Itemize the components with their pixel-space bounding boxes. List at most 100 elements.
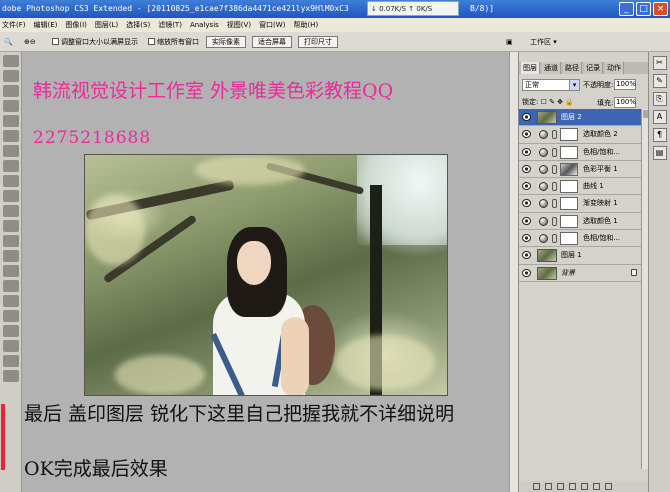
- layer-row[interactable]: 图层 2: [519, 109, 649, 127]
- menu-file[interactable]: 文件(F): [2, 18, 26, 32]
- move-tool-icon[interactable]: [2, 55, 19, 67]
- print-size-button[interactable]: 打印尺寸: [298, 36, 338, 48]
- tab-paths[interactable]: 路径: [563, 62, 582, 74]
- zoom-all-option[interactable]: 缩放所有窗口: [148, 37, 199, 47]
- opacity-field[interactable]: 100%: [614, 79, 636, 90]
- zoom-all-checkbox[interactable]: [148, 38, 155, 45]
- healing-tool-icon[interactable]: [2, 145, 19, 157]
- eraser-tool-icon[interactable]: [2, 205, 19, 217]
- menu-window[interactable]: 窗口(W): [259, 18, 285, 32]
- resize-window-checkbox[interactable]: [52, 38, 59, 45]
- photo-image: [84, 154, 448, 396]
- layer-style-icon[interactable]: [545, 483, 552, 490]
- fill-label: 填充:: [597, 99, 614, 107]
- stamp-tool-icon[interactable]: [2, 175, 19, 187]
- blur-tool-icon[interactable]: [2, 235, 19, 247]
- character-icon[interactable]: A: [652, 110, 667, 124]
- eyedropper-tool-icon[interactable]: [2, 340, 19, 352]
- menu-filter[interactable]: 滤镜(T): [158, 18, 182, 32]
- magic-wand-tool-icon[interactable]: [2, 100, 19, 112]
- path-select-tool-icon[interactable]: [2, 295, 19, 307]
- tab-actions[interactable]: 动作: [605, 62, 624, 74]
- eye-icon[interactable]: [522, 199, 531, 208]
- layer-row[interactable]: 色相/饱和...: [519, 143, 649, 161]
- tab-channels[interactable]: 通道: [542, 62, 561, 74]
- close-button[interactable]: ×: [653, 2, 668, 16]
- eye-icon[interactable]: [522, 234, 531, 243]
- maximize-button[interactable]: □: [636, 2, 651, 16]
- paragraph-icon[interactable]: ¶: [652, 128, 667, 142]
- trash-icon[interactable]: [605, 483, 612, 490]
- dodge-tool-icon[interactable]: [2, 250, 19, 262]
- eye-icon[interactable]: [522, 113, 531, 121]
- history-brush-tool-icon[interactable]: [2, 190, 19, 202]
- brush-tool-icon[interactable]: [2, 160, 19, 172]
- layer-row[interactable]: 背景: [519, 264, 649, 282]
- new-layer-icon[interactable]: [593, 483, 600, 490]
- tab-layers[interactable]: 图层: [521, 62, 540, 74]
- resize-window-option[interactable]: 调整窗口大小以满屏显示: [52, 37, 138, 47]
- color-swatch-indicator[interactable]: [1, 404, 5, 470]
- workspace-icon[interactable]: ▣: [506, 37, 513, 47]
- link-icon[interactable]: [552, 182, 557, 192]
- crop-tool-icon[interactable]: [2, 115, 19, 127]
- layer-row[interactable]: 色彩平衡 1: [519, 160, 649, 179]
- link-layers-icon[interactable]: [533, 483, 540, 490]
- link-icon[interactable]: [552, 147, 557, 157]
- layer-comps-icon[interactable]: ▤: [652, 146, 667, 160]
- eye-icon[interactable]: [522, 147, 531, 156]
- fill-field[interactable]: 100%: [614, 97, 636, 108]
- link-icon[interactable]: [552, 164, 557, 174]
- lock-icons[interactable]: ☐ ✎ ✥ 🔒: [541, 98, 574, 106]
- menu-image[interactable]: 图像(I): [65, 18, 87, 32]
- hand-tool-icon[interactable]: [2, 355, 19, 367]
- link-icon[interactable]: [552, 199, 557, 209]
- pen-tool-icon[interactable]: [2, 265, 19, 277]
- link-icon[interactable]: [552, 216, 557, 226]
- minimize-button[interactable]: _: [619, 2, 634, 16]
- workspace-menu[interactable]: 工作区 ▾: [530, 37, 557, 47]
- layer-row[interactable]: 曲线 1: [519, 178, 649, 196]
- shape-tool-icon[interactable]: [2, 310, 19, 322]
- add-mask-icon[interactable]: [557, 483, 564, 490]
- document-canvas[interactable]: 韩流视觉设计工作室 外景唯美色彩教程QQ 2275218688 最后 盖印图层 …: [22, 52, 518, 492]
- marquee-tool-icon[interactable]: [2, 70, 19, 82]
- menu-analysis[interactable]: Analysis: [190, 18, 219, 32]
- tab-history[interactable]: 记录: [584, 62, 603, 74]
- menu-help[interactable]: 帮助(H): [293, 18, 318, 32]
- menu-view[interactable]: 视图(V): [227, 18, 251, 32]
- gradient-tool-icon[interactable]: [2, 220, 19, 232]
- lasso-tool-icon[interactable]: [2, 85, 19, 97]
- layer-row[interactable]: 选取颜色 1: [519, 212, 649, 231]
- tools-options-icon[interactable]: ✂: [652, 56, 667, 70]
- layer-row[interactable]: 选取颜色 2: [519, 126, 649, 144]
- zoom-tool-side-icon[interactable]: [2, 370, 19, 382]
- adjustment-layer-icon[interactable]: [569, 483, 576, 490]
- eye-icon[interactable]: [522, 251, 531, 260]
- menu-edit[interactable]: 编辑(E): [34, 18, 58, 32]
- zoom-tool-icon[interactable]: 🔍: [4, 37, 13, 47]
- clone-icon[interactable]: ⎘: [652, 92, 667, 106]
- notes-tool-icon[interactable]: [2, 325, 19, 337]
- eye-icon[interactable]: [522, 164, 531, 173]
- type-tool-icon[interactable]: [2, 280, 19, 292]
- menu-layer[interactable]: 图层(L): [95, 18, 118, 32]
- layer-row[interactable]: 色相/饱和...: [519, 230, 649, 248]
- eye-icon[interactable]: [522, 268, 531, 277]
- layer-row[interactable]: 图层 1: [519, 247, 649, 265]
- link-icon[interactable]: [552, 234, 557, 244]
- canvas-vertical-scrollbar[interactable]: [509, 52, 518, 492]
- eye-icon[interactable]: [522, 130, 531, 139]
- eye-icon[interactable]: [522, 216, 531, 225]
- zoom-in-out-icons[interactable]: ⊕⊖: [24, 37, 36, 47]
- chevron-down-icon[interactable]: ▾: [569, 79, 580, 91]
- group-icon[interactable]: [581, 483, 588, 490]
- eye-icon[interactable]: [522, 182, 531, 191]
- slice-tool-icon[interactable]: [2, 130, 19, 142]
- fit-screen-button[interactable]: 适合屏幕: [252, 36, 292, 48]
- actual-pixels-button[interactable]: 实际像素: [206, 36, 246, 48]
- brush-icon[interactable]: ✎: [652, 74, 667, 88]
- link-icon[interactable]: [552, 130, 557, 140]
- menu-select[interactable]: 选择(S): [126, 18, 150, 32]
- layer-row[interactable]: 渐变映射 1: [519, 195, 649, 213]
